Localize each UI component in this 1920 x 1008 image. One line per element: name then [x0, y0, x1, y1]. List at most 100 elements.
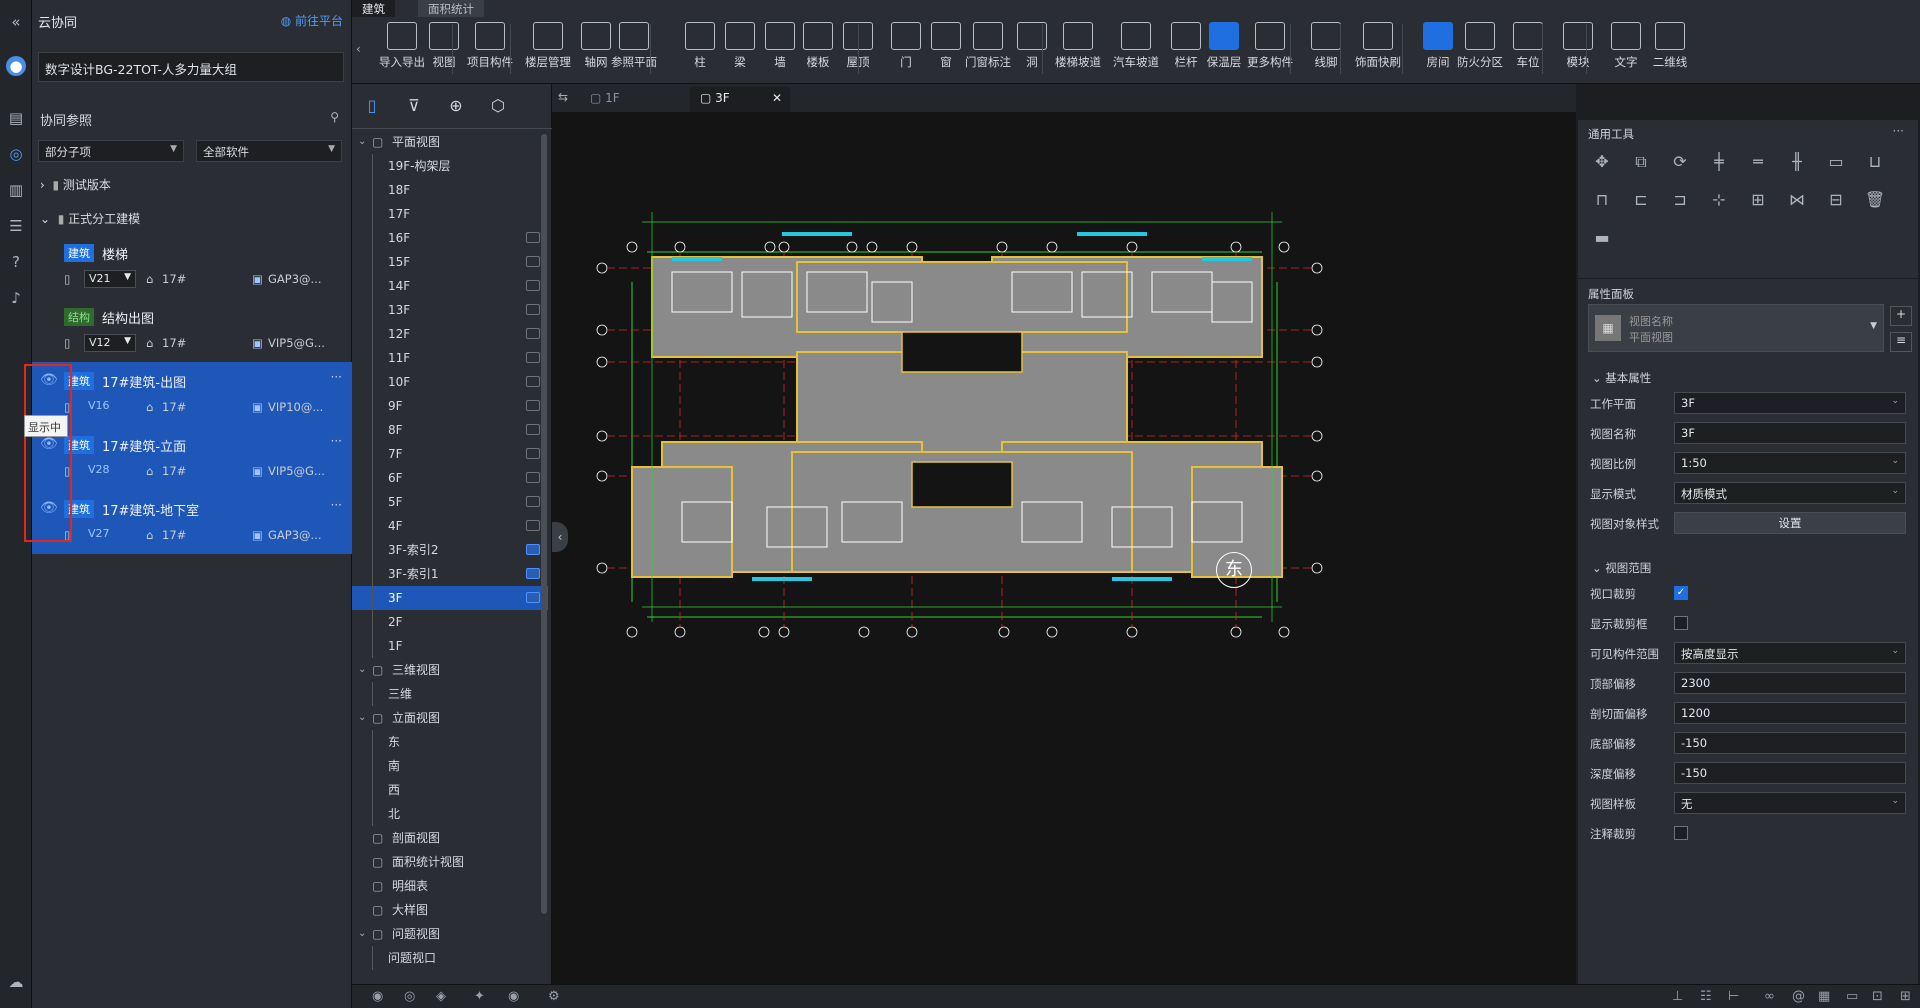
list-item[interactable]: 👁 建筑 17#建筑-出图 ··· ▯ V16 ⌂ 17# ▣ VIP10@... [32, 362, 352, 426]
layers-icon[interactable]: ◈ [436, 989, 446, 1004]
tree-item[interactable]: 3F [352, 586, 548, 610]
avatar-icon[interactable]: ● [6, 56, 26, 76]
edit-tool-icon[interactable]: ═ [1746, 152, 1770, 174]
bell-icon[interactable]: ♪ [6, 288, 26, 308]
tree-item[interactable]: 4F [352, 514, 548, 538]
tree-item[interactable]: 3F-索引1 [352, 562, 548, 586]
tree-item[interactable]: 9F [352, 394, 548, 418]
more-icon[interactable]: ··· [1893, 124, 1904, 138]
tree-item[interactable]: 问题视口 [352, 946, 548, 970]
edit-tool-icon[interactable]: 🗑 [1863, 190, 1887, 212]
toolbar-button[interactable]: 线脚 [1300, 22, 1352, 78]
tree-node-formal[interactable]: ⌄ ▮ 正式分工建模 [40, 210, 140, 227]
tree-item[interactable]: 8F [352, 418, 548, 442]
prop-select[interactable]: 无 ⌄ [1674, 792, 1906, 814]
edit-tool-icon[interactable]: ✥ [1590, 152, 1614, 174]
prop-input[interactable]: -150 [1674, 732, 1906, 754]
scrollbar[interactable] [541, 134, 547, 914]
tree-item[interactable]: 2F [352, 610, 548, 634]
tree-item[interactable]: 6F [352, 466, 548, 490]
type-selector[interactable]: ▦ 视图名称 平面视图 ▼ [1588, 304, 1884, 352]
toolbar-button[interactable]: 防火分区 [1454, 22, 1506, 78]
toolbar-button[interactable]: 饰面快刷 [1352, 22, 1404, 78]
tree-item[interactable]: 北 [352, 802, 548, 826]
platform-link-label[interactable]: 前往平台 [295, 14, 343, 28]
fit-icon[interactable]: ⊞ [1900, 989, 1911, 1004]
tree-group[interactable]: ▢ 明细表 [352, 874, 548, 898]
tree-group[interactable]: ▢ 大样图 [352, 898, 548, 922]
toolbar-button[interactable]: 保温层 [1198, 22, 1250, 78]
collab-icon[interactable]: ◎ [6, 144, 26, 164]
tree-group[interactable]: ⌄ ▢ 问题视图 [352, 922, 548, 946]
prop-button[interactable]: 设置 [1674, 512, 1906, 534]
prop-input[interactable]: 2300 [1674, 672, 1906, 694]
tree-item[interactable]: 10F [352, 370, 548, 394]
edit-tool-icon[interactable]: ⊏ [1629, 190, 1653, 212]
list-item[interactable]: 👁 建筑 17#建筑-立面 ··· ▯ V28 ⌂ 17# ▣ VIP5@G... [32, 426, 352, 490]
settings-icon[interactable]: ⚙ [548, 989, 560, 1004]
link-icon[interactable]: ∞ [1764, 989, 1775, 1004]
edit-tool-icon[interactable]: ⊹ [1707, 190, 1731, 212]
software-select[interactable]: 全部软件 ▼ [196, 140, 342, 162]
collapse-icon[interactable]: « [6, 12, 26, 32]
help-icon[interactable]: ? [6, 252, 26, 272]
more-icon[interactable]: ··· [331, 370, 342, 384]
scope-select[interactable]: 部分子项 ▼ [38, 140, 184, 162]
prop-checkbox[interactable] [1674, 616, 1688, 630]
prop-input[interactable]: -150 [1674, 762, 1906, 784]
more-icon[interactable]: ··· [331, 434, 342, 448]
tree-group[interactable]: ⌄ ▢ 立面视图 [352, 706, 548, 730]
prop-select[interactable]: 材质模式 ⌄ [1674, 482, 1906, 504]
compass-east[interactable]: 东 [1216, 552, 1252, 588]
list-item[interactable]: 👁 建筑 17#建筑-地下室 ··· ▯ V27 ⌂ 17# ▣ GAP3@... [32, 490, 352, 554]
toolbar-button[interactable]: 更多构件 [1244, 22, 1296, 78]
filter-icon[interactable]: ⊽ [400, 92, 428, 120]
layers-icon[interactable]: ☰ [6, 216, 26, 236]
panel-icon[interactable]: ▭ [1846, 989, 1858, 1004]
add-icon[interactable]: + [1890, 306, 1912, 326]
tree-item[interactable]: 12F [352, 322, 548, 346]
prop-input[interactable]: 1200 [1674, 702, 1906, 724]
edit-tool-icon[interactable]: ╫ [1785, 152, 1809, 174]
tree-item[interactable]: 3F-索引2 [352, 538, 548, 562]
prop-select[interactable]: 3F ⌄ [1674, 392, 1906, 414]
toolbar-button[interactable]: 参照平面 [608, 22, 660, 78]
tree-item[interactable]: 13F [352, 298, 548, 322]
edit-tool-icon[interactable]: ⊔ [1863, 152, 1887, 174]
edit-tool-icon[interactable]: ⊐ [1668, 190, 1692, 212]
prop-checkbox[interactable] [1674, 826, 1688, 840]
tree-group[interactable]: ▢ 面积统计视图 [352, 850, 548, 874]
eye-off-icon[interactable]: ◎ [404, 989, 415, 1004]
grid-icon[interactable]: ▦ [1818, 989, 1830, 1004]
prop-select[interactable]: 1:50 ⌄ [1674, 452, 1906, 474]
tree-group[interactable]: ▢ 剖面视图 [352, 826, 548, 850]
toolbar-button[interactable]: 模块 [1552, 22, 1604, 78]
location-icon[interactable]: ⊕ [442, 92, 470, 120]
tree-item[interactable]: 19F-构架层 [352, 154, 548, 178]
tree-item[interactable]: 17F [352, 202, 548, 226]
toolbar-button[interactable]: 楼梯坡道 [1052, 22, 1104, 78]
tree-item[interactable]: 5F [352, 490, 548, 514]
platform-link[interactable]: ◍ 前往平台 [281, 12, 343, 29]
prop-checkbox[interactable]: ✓ [1674, 586, 1688, 600]
version-select[interactable]: V28 [84, 462, 136, 480]
folder-icon[interactable]: ▥ [6, 180, 26, 200]
basic-title[interactable]: ⌄ 基本属性 [1592, 370, 1651, 386]
level-icon[interactable]: ⊥ [1672, 989, 1683, 1004]
project-name-field[interactable]: 数字设计BG-22TOT-人多力量大组 [38, 52, 344, 82]
tab-area-stats[interactable]: 面积统计 [418, 0, 484, 17]
cube-icon[interactable]: ⬡ [484, 92, 512, 120]
share-icon[interactable]: ⚲ [330, 110, 339, 124]
tree-item[interactable]: 东 [352, 730, 548, 754]
scroll-left-icon[interactable]: ‹ [356, 42, 361, 56]
version-select[interactable]: V12 ▼ [84, 334, 136, 352]
tree-group[interactable]: ⌄ ▢ 三维视图 [352, 658, 548, 682]
tree-item[interactable]: 16F [352, 226, 548, 250]
list-item[interactable]: 结构 结构出图 ▯ V12 ▼ ⌂ 17# ▣ VIP5@G... [32, 298, 352, 362]
toolbar-button[interactable]: 洞 [1006, 22, 1058, 78]
close-icon[interactable]: ✕ [772, 91, 782, 105]
toolbar-button[interactable]: 二维线 [1644, 22, 1696, 78]
tree-item[interactable]: 西 [352, 778, 548, 802]
prop-input[interactable]: 3F [1674, 422, 1906, 444]
edit-tool-icon[interactable]: ⊞ [1746, 190, 1770, 212]
